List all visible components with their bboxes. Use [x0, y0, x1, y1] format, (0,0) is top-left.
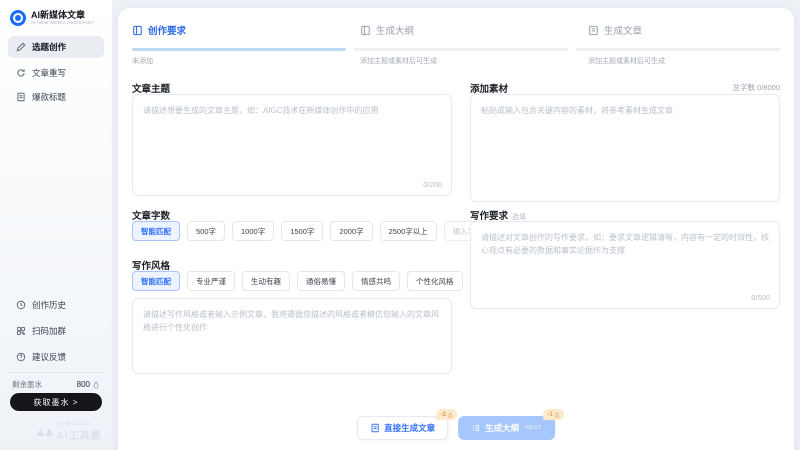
- sidebar-item-qr-group[interactable]: 扫码加群: [16, 325, 66, 337]
- style-chip-personalized[interactable]: 个性化风格: [407, 271, 463, 291]
- ink-drop-icon: [447, 412, 453, 418]
- requirement-optional-tag: 选填: [512, 214, 526, 221]
- style-chip-professional[interactable]: 专业严谨: [187, 271, 235, 291]
- list-icon: [471, 423, 481, 433]
- watermark-logo-icon: ▲▲: [34, 424, 52, 439]
- generate-outline-button[interactable]: 生成大纲 NEXT -1: [458, 416, 555, 440]
- ink-balance-value: 800: [77, 380, 90, 389]
- style-chip-plain[interactable]: 通俗易懂: [297, 271, 345, 291]
- history-icon: [16, 300, 26, 310]
- topic-textarea-wrap: 0/200: [132, 94, 452, 196]
- generate-article-label: 直接生成文章: [384, 422, 435, 434]
- word-count-chip-1500[interactable]: 1500字: [281, 221, 323, 241]
- sidebar-item-label: 建议反馈: [32, 351, 66, 363]
- tab-label: 创作要求: [148, 23, 186, 37]
- tab-label: 生成大纲: [376, 23, 414, 37]
- word-count-chip-1000[interactable]: 1000字: [232, 221, 274, 241]
- cost-badge: -2: [436, 409, 457, 420]
- app-logo: AI新媒体文章 AI NEW MEDIA ASSISTANT: [10, 10, 95, 26]
- style-chip-vivid[interactable]: 生动有趣: [242, 271, 290, 291]
- sidebar-item-label: 文章重写: [32, 67, 66, 79]
- tab-status: 添加主题或素材后可生成: [588, 56, 665, 66]
- sidebar-item-hot-title[interactable]: 爆款标题: [8, 86, 104, 108]
- sidebar-item-label: 爆款标题: [32, 91, 66, 103]
- tab-generate-outline[interactable]: 生成大纲: [360, 23, 414, 37]
- qr-code-icon: [16, 326, 26, 336]
- progress-segment-1: [132, 48, 346, 51]
- style-chip-smart[interactable]: 智能匹配: [132, 271, 180, 291]
- outline-doc-icon: [360, 25, 371, 36]
- generate-article-button[interactable]: 直接生成文章 -2: [357, 416, 448, 440]
- material-total-counter: 总字数 0/8000: [470, 82, 780, 93]
- article-doc-icon: [588, 25, 599, 36]
- style-options: 智能匹配 专业严谨 生动有趣 通俗易懂 情感共鸣 个性化风格: [132, 271, 463, 291]
- app-title: AI新媒体文章: [31, 11, 95, 21]
- word-count-chip-2500plus[interactable]: 2500字以上: [380, 221, 437, 241]
- doc-icon: [370, 423, 380, 433]
- generate-outline-label: 生成大纲: [485, 422, 519, 434]
- sidebar-item-topic-creation[interactable]: 选题创作: [8, 36, 104, 58]
- ink-balance: 剩余墨水 800: [12, 379, 100, 390]
- main-panel: 创作要求 生成大纲 生成文章 未添加 添加主题或素材后可生成 添加主题或素材后可…: [118, 8, 794, 450]
- style-textarea[interactable]: [133, 299, 451, 373]
- word-count-chip-smart[interactable]: 智能匹配: [132, 221, 180, 241]
- document-icon: [16, 92, 26, 102]
- ink-drop-icon: [92, 381, 100, 389]
- tab-creation-requirements[interactable]: 创作要求: [132, 23, 186, 37]
- style-textarea-wrap: [132, 298, 452, 374]
- requirement-counter: 0/500: [751, 293, 770, 302]
- progress-segment-3: [576, 48, 780, 51]
- sidebar-item-label: 扫码加群: [32, 325, 66, 337]
- requirement-textarea[interactable]: [471, 222, 779, 308]
- tab-status: 添加主题或素材后可生成: [360, 56, 437, 66]
- material-textarea-wrap: [470, 94, 780, 202]
- word-count-chip-2000[interactable]: 2000字: [330, 221, 372, 241]
- edit-icon: [16, 42, 26, 52]
- requirements-doc-icon: [132, 25, 143, 36]
- rewrite-icon: [16, 68, 26, 78]
- get-ink-button[interactable]: 获取墨水 >: [10, 393, 102, 411]
- sidebar-item-label: 选题创作: [32, 41, 66, 53]
- cost-value: -1: [547, 411, 553, 418]
- topic-counter: 0/200: [423, 180, 442, 189]
- next-tag: NEXT: [525, 425, 542, 431]
- cost-badge: -1: [543, 409, 564, 420]
- word-count-options: 智能匹配 500字 1000字 1500字 2000字 2500字以上 输入字数: [132, 221, 492, 241]
- feedback-icon: [16, 352, 26, 362]
- tab-status: 未添加: [132, 56, 153, 66]
- tab-generate-article[interactable]: 生成文章: [588, 23, 642, 37]
- style-chip-emotional[interactable]: 情感共鸣: [352, 271, 400, 291]
- divider: [8, 372, 104, 373]
- watermark: ▲▲ ai-bot.cn AI工具集: [34, 421, 102, 442]
- word-count-section-label: 文章字数: [132, 208, 170, 222]
- topic-textarea[interactable]: [133, 95, 451, 195]
- sidebar-item-label: 创作历史: [32, 299, 66, 311]
- topic-section-label: 文章主题: [132, 81, 170, 95]
- cost-value: -2: [440, 411, 446, 418]
- style-section-label: 写作风格: [132, 258, 170, 272]
- app-window: AI新媒体文章 AI NEW MEDIA ASSISTANT 选题创作 文章重写…: [0, 0, 800, 450]
- sidebar-item-history[interactable]: 创作历史: [16, 299, 66, 311]
- app-subtitle: AI NEW MEDIA ASSISTANT: [31, 20, 95, 25]
- logo-icon: [10, 10, 26, 26]
- action-bar: 直接生成文章 -2 生成大纲 NEXT -1: [357, 416, 555, 440]
- ink-drop-icon: [554, 412, 560, 418]
- sidebar-item-article-rewrite[interactable]: 文章重写: [8, 62, 104, 84]
- requirement-textarea-wrap: 0/500: [470, 221, 780, 309]
- word-count-chip-500[interactable]: 500字: [187, 221, 225, 241]
- progress-segment-2: [354, 48, 568, 51]
- watermark-name: AI工具集: [57, 427, 102, 442]
- ink-balance-label: 剩余墨水: [12, 379, 42, 390]
- requirement-section-label: 写作要求选填: [470, 208, 526, 222]
- material-textarea[interactable]: [471, 95, 779, 201]
- tab-label: 生成文章: [604, 23, 642, 37]
- sidebar-item-feedback[interactable]: 建议反馈: [16, 351, 66, 363]
- sidebar: AI新媒体文章 AI NEW MEDIA ASSISTANT 选题创作 文章重写…: [0, 0, 112, 450]
